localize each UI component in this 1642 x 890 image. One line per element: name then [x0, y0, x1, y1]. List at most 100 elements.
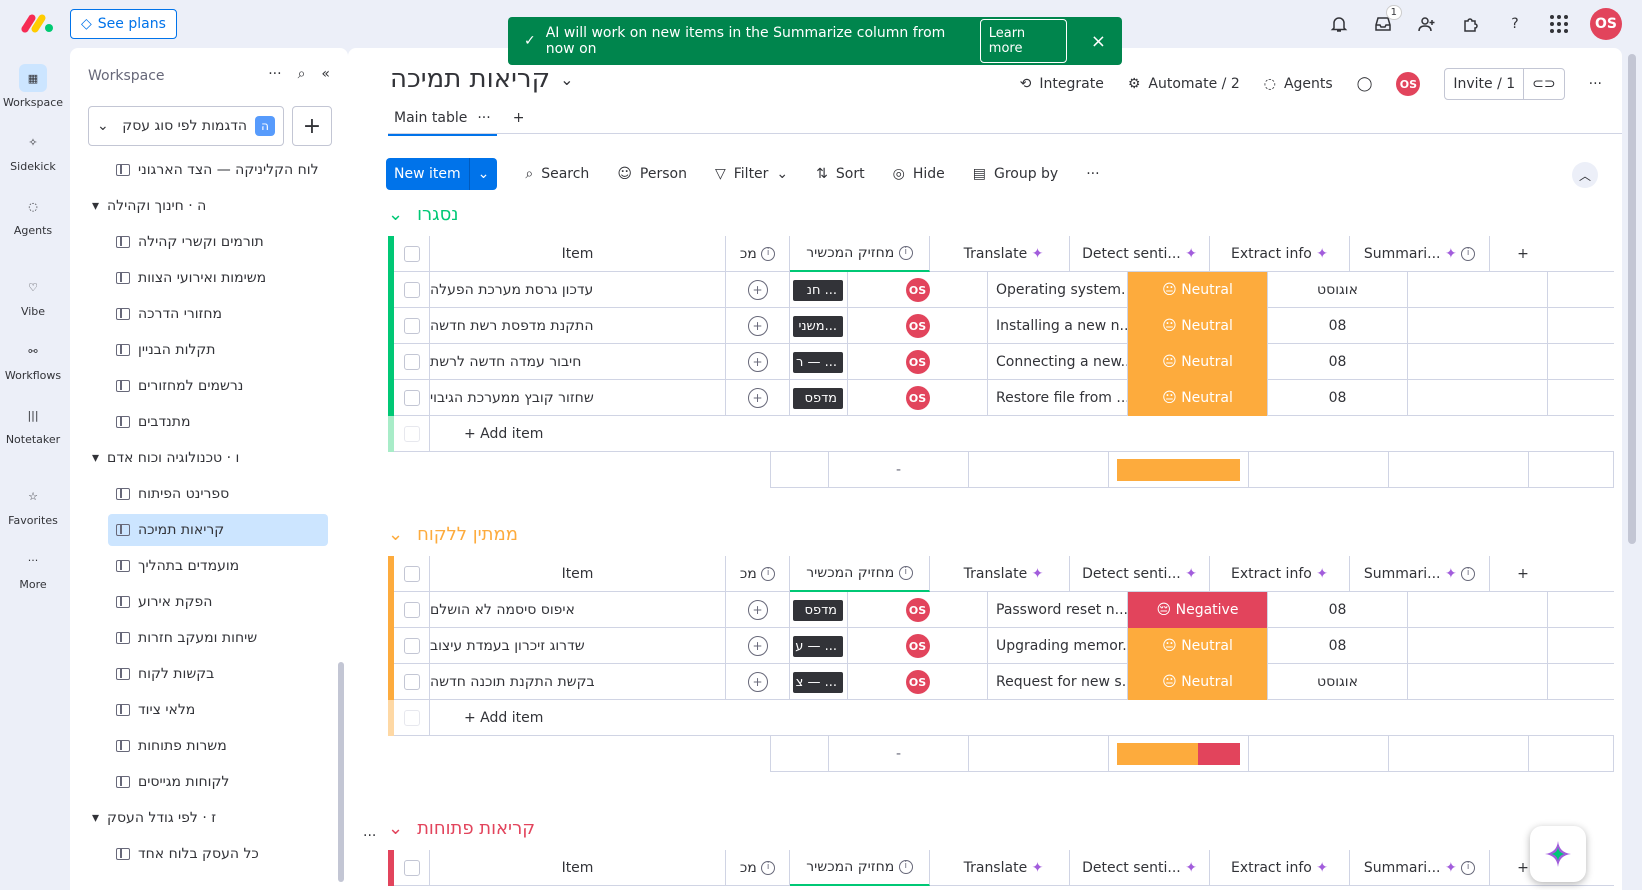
info-icon[interactable]: i: [761, 861, 776, 875]
sentiment-cell[interactable]: 😔 Negative: [1128, 592, 1268, 628]
invite-button[interactable]: Invite / 1 ⊂⊃: [1444, 68, 1565, 100]
translate-cell[interactable]: Upgrading memor...: [988, 628, 1128, 664]
summarize-cell[interactable]: [1408, 272, 1548, 308]
filter-button[interactable]: ▽ Filter ⌄: [715, 166, 788, 182]
table-row[interactable]: איפוס סיסמה לא הושלם + מדפס OS Password …: [388, 592, 1614, 628]
extract-cell[interactable]: 08: [1268, 344, 1408, 380]
tab-options-icon[interactable]: ···: [477, 110, 490, 130]
translate-cell[interactable]: Connecting a new...: [988, 344, 1128, 380]
item-name[interactable]: חיבור עמדה חדשה לרשת: [430, 344, 726, 380]
extract-cell[interactable]: 08: [1268, 308, 1408, 344]
invite-members-icon[interactable]: [1414, 11, 1440, 37]
row-checkbox[interactable]: [394, 628, 430, 664]
add-column-icon[interactable]: +: [1490, 556, 1556, 592]
col-detect-sentiment[interactable]: Detect senti... ✦: [1070, 850, 1210, 886]
owner-cell[interactable]: OS: [848, 592, 988, 628]
add-column-icon[interactable]: +: [1490, 236, 1556, 272]
row-checkbox[interactable]: [394, 308, 430, 344]
board-owner-avatar[interactable]: OS: [1396, 72, 1421, 96]
row-checkbox[interactable]: [394, 664, 430, 700]
summarize-cell[interactable]: [1408, 628, 1548, 664]
translate-cell[interactable]: Operating system...: [988, 272, 1128, 308]
sidebar-board-item[interactable]: משרות פתוחות: [108, 730, 328, 762]
extract-cell[interactable]: 08: [1268, 592, 1408, 628]
translate-cell[interactable]: Request for new s...: [988, 664, 1128, 700]
item-name[interactable]: בקשת התקנת תוכנה חדשה: [430, 664, 726, 700]
nav-more[interactable]: ··· More: [0, 546, 66, 592]
col-summarize[interactable]: Summari... ✦ i: [1350, 850, 1490, 886]
workspace-selector[interactable]: ה הדגמות לפי סוג עסק ⌄: [88, 106, 284, 146]
item-name[interactable]: עדכון גרסת מערכת הפעלה: [430, 272, 726, 308]
sidebar-board-item[interactable]: מחזורי הדרכה: [108, 298, 328, 330]
conversation-icon[interactable]: +: [726, 272, 790, 308]
col-item[interactable]: Item: [430, 850, 726, 886]
col-detect-sentiment[interactable]: Detect senti... ✦: [1070, 556, 1210, 592]
nav-agents[interactable]: ◌ Agents: [0, 192, 66, 238]
sidebar-folder[interactable]: ▾ ז · לפי גודל העסק: [92, 802, 332, 834]
sidebar-board-item[interactable]: משימות ואירועי הצוות: [108, 262, 328, 294]
col-summarize[interactable]: Summari... ✦ i: [1350, 556, 1490, 592]
nav-notetaker[interactable]: ||| Notetaker: [0, 401, 66, 447]
tech-cell[interactable]: ...משני: [790, 308, 848, 344]
owner-cell[interactable]: OS: [848, 628, 988, 664]
sidebar-board-item[interactable]: תקלות הבניין: [108, 334, 328, 366]
nav-vibe[interactable]: ♡ Vibe: [0, 273, 66, 319]
select-all-checkbox[interactable]: [394, 556, 430, 592]
sentiment-cell[interactable]: 😐 Neutral: [1128, 664, 1268, 700]
translate-cell[interactable]: Installing a new n...: [988, 308, 1128, 344]
puzzle-icon[interactable]: [1458, 11, 1484, 37]
owner-cell[interactable]: OS: [848, 380, 988, 416]
search-icon[interactable]: ⌕: [298, 66, 306, 82]
sidebar-board-item[interactable]: לוח הקליניקה — הצד הארגוני: [108, 154, 328, 186]
col-extract-info[interactable]: Extract info ✦: [1210, 556, 1350, 592]
table-row[interactable]: בקשת התקנת תוכנה חדשה + ... — צ OS Reque…: [388, 664, 1614, 700]
agents-button[interactable]: ◌ Agents: [1264, 76, 1333, 92]
sidebar-board-item-active[interactable]: קריאות תמיכה: [108, 514, 328, 546]
nav-sidekick[interactable]: ✧ Sidekick: [0, 128, 66, 174]
tab-main-table[interactable]: Main table ···: [388, 106, 497, 136]
group-options-icon[interactable]: ···: [363, 828, 376, 844]
col-item[interactable]: Item: [430, 236, 726, 272]
apps-grid-icon[interactable]: [1546, 11, 1572, 37]
sidebar-board-item[interactable]: ספרינט הפיתוח: [108, 478, 328, 510]
owner-cell[interactable]: OS: [848, 272, 988, 308]
info-icon[interactable]: i: [1461, 567, 1476, 581]
table-row[interactable]: שדרוג זיכרון בעמדת עיצוב + ... — ע OS Up…: [388, 628, 1614, 664]
add-item-row[interactable]: + Add item: [388, 700, 1614, 736]
more-options-icon[interactable]: ···: [268, 66, 281, 82]
tech-cell[interactable]: ... — צ: [790, 664, 848, 700]
new-item-button[interactable]: New item ⌄: [386, 158, 498, 190]
sidebar-folder[interactable]: ▾ ה · חינוך וקהילה: [92, 190, 332, 222]
board-title[interactable]: קריאות תמיכה ⌄: [390, 64, 573, 94]
sidebar-board-item[interactable]: תורמים וקשרי קהילה: [108, 226, 328, 258]
search-button[interactable]: ⌕ Search: [525, 166, 589, 182]
item-name[interactable]: איפוס סיסמה לא הושלם: [430, 592, 726, 628]
col-extract-info[interactable]: Extract info ✦: [1210, 850, 1350, 886]
add-board-button[interactable]: +: [292, 106, 332, 146]
sidebar-board-item[interactable]: מועמדים בתהליך: [108, 550, 328, 582]
table-row[interactable]: התקנת מדפסת רשת חדשה + ...משני OS Instal…: [388, 308, 1614, 344]
nav-workflows[interactable]: ⚯ Workflows: [0, 337, 66, 383]
col-translate[interactable]: Translate ✦: [930, 236, 1070, 272]
hide-button[interactable]: ◎ Hide: [893, 166, 945, 182]
sidebar-scrollbar[interactable]: [338, 662, 344, 882]
conversation-icon[interactable]: +: [726, 592, 790, 628]
conversation-icon[interactable]: +: [726, 664, 790, 700]
col-tech[interactable]: מכ i: [726, 236, 790, 272]
select-all-checkbox[interactable]: [394, 236, 430, 272]
info-icon[interactable]: i: [1461, 861, 1476, 875]
inbox-icon[interactable]: 1: [1370, 5, 1402, 37]
item-name[interactable]: שחזור קובץ ממערכת הגיבוי: [430, 380, 726, 416]
col-summarize[interactable]: Summari... ✦ i: [1350, 236, 1490, 272]
extract-cell[interactable]: 08: [1268, 380, 1408, 416]
learn-more-button[interactable]: Learn more: [979, 19, 1067, 63]
sidebar-board-item[interactable]: מלאי ציוד: [108, 694, 328, 726]
group-by-button[interactable]: ▤ Group by: [973, 166, 1058, 182]
col-owner[interactable]: מחזיק המכשיר i: [790, 850, 930, 886]
col-translate[interactable]: Translate ✦: [930, 556, 1070, 592]
info-icon[interactable]: i: [898, 860, 913, 874]
summarize-cell[interactable]: [1408, 664, 1548, 700]
more-options-icon[interactable]: ···: [1589, 76, 1602, 92]
summarize-cell[interactable]: [1408, 344, 1548, 380]
conversation-icon[interactable]: +: [726, 308, 790, 344]
